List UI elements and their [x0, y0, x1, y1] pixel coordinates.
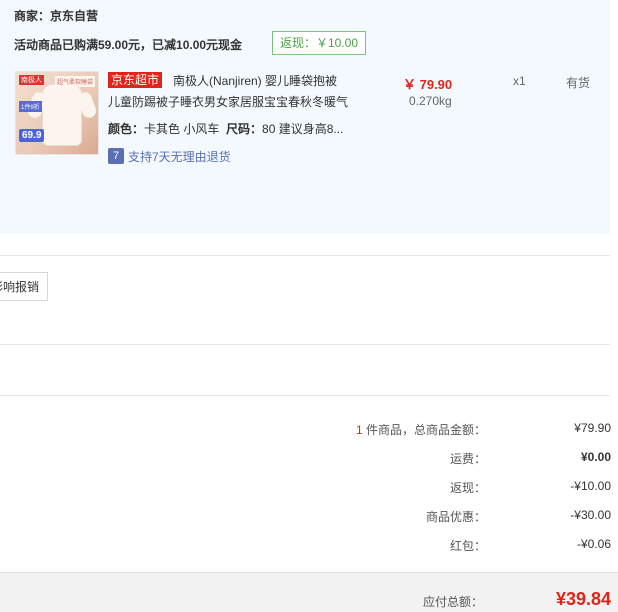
order-item-card: 商家：京东自营 活动商品已购满59.00元，已减10.00元现金 返现：￥10.… [0, 0, 610, 234]
product-title[interactable]: 南极人(Nanjiren) 婴儿睡袋抱被 [173, 72, 337, 89]
discount-label: 商品优惠： [425, 510, 486, 524]
redpacket-label: 红包： [449, 539, 486, 553]
product-weight: 0.270kg [409, 94, 452, 108]
section-divider [0, 395, 610, 396]
redpacket-value: -¥0.06 [576, 537, 611, 551]
size-label: 尺码： [226, 122, 263, 136]
payable-label: 应付总额： [422, 595, 483, 609]
promo-text: 活动商品已购满59.00元，已减10.00元现金 [14, 38, 243, 52]
jd-supermarket-tag: 京东超市 [108, 72, 163, 88]
color-value: 卡其色 小风车 [144, 122, 220, 136]
thumb-brand-label: 南极人 [19, 75, 44, 85]
return-policy-link[interactable]: 支持7天无理由退货 [128, 148, 231, 165]
color-label: 颜色： [108, 122, 145, 136]
thumb-promo-label: 1件9折 [19, 101, 42, 112]
rebate-badge: 返现：￥10.00 [272, 31, 367, 55]
thumb-feature-tag: 超气柔软睡袋 [54, 76, 95, 87]
product-attributes: 颜色：卡其色 小风车 尺码：80 建议身高8... [108, 120, 343, 137]
product-title-continued[interactable]: 儿童防踢被子睡衣男女家居服宝宝春秋冬暖气 [108, 93, 348, 110]
merchant-name: 商家：京东自营 [14, 9, 99, 23]
baby-sleepsuit-image [42, 84, 82, 146]
section-divider [0, 255, 610, 256]
items-total-value: ¥79.90 [574, 421, 611, 435]
shipping-value: ¥0.00 [580, 450, 611, 464]
rebate-value: -¥10.00 [570, 479, 611, 493]
seven-day-return-icon: 7 [108, 148, 124, 164]
shipping-row: 运费： ¥0.00 [300, 450, 612, 468]
rebate-label: 返现： [449, 481, 486, 495]
shipping-label: 运费： [449, 452, 486, 466]
redpacket-row: 红包： -¥0.06 [300, 537, 612, 555]
items-total-row: 1 件商品，总商品金额： ¥79.90 [300, 421, 612, 439]
product-price: ￥ 79.90 [403, 77, 453, 92]
payable-amount: ¥39.84 [555, 589, 611, 609]
size-value: 80 建议身高8... [262, 122, 344, 136]
item-count: 1 [355, 423, 363, 437]
stock-status: 有货 [566, 76, 591, 90]
thumb-price-label: 69.9 [19, 129, 45, 142]
payable-total-bar: 应付总额： ¥39.84 [0, 572, 618, 612]
invoice-button[interactable]: 影响报销 [0, 272, 48, 301]
rebate-row: 返现： -¥10.00 [300, 479, 612, 497]
discount-row: 商品优惠： -¥30.00 [300, 508, 612, 526]
discount-value: -¥30.00 [570, 508, 611, 522]
product-quantity: x1 [513, 74, 526, 88]
section-divider [0, 344, 610, 345]
product-thumbnail[interactable]: 南极人 超气柔软睡袋 1件9折 69.9 [15, 71, 99, 155]
items-total-label: 1 件商品，总商品金额： [355, 423, 486, 437]
